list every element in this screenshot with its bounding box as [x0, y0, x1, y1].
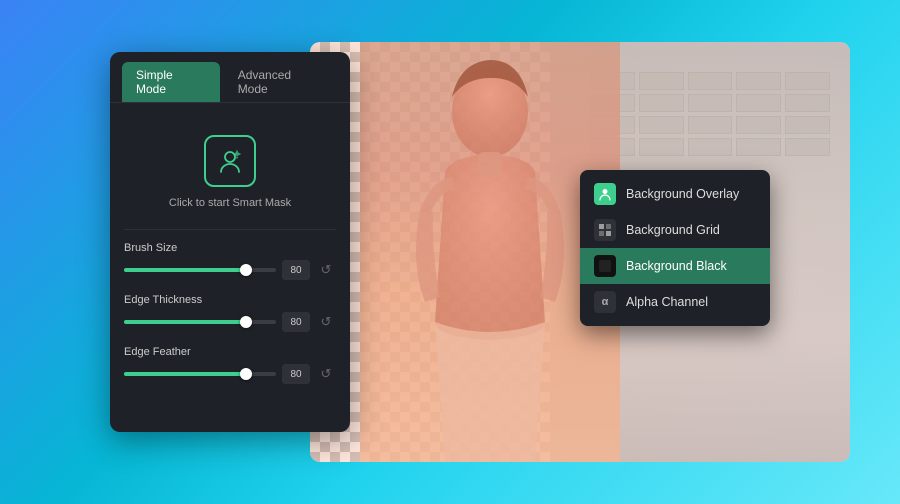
menu-item-background-overlay[interactable]: Background Overlay: [580, 176, 770, 212]
edge-thickness-thumb[interactable]: [240, 316, 252, 328]
alpha-letter: α: [602, 296, 609, 308]
menu-item-background-black[interactable]: Background Black: [580, 248, 770, 284]
background-black-icon: [594, 255, 616, 277]
brush-size-thumb[interactable]: [240, 264, 252, 276]
menu-item-label-alpha-channel: Alpha Channel: [626, 295, 708, 309]
menu-item-background-grid[interactable]: Background Grid: [580, 212, 770, 248]
menu-item-label-background-black: Background Black: [626, 259, 727, 273]
edge-thickness-value: 80: [282, 312, 310, 332]
tab-simple-mode[interactable]: Simple Mode: [122, 62, 220, 102]
brush-size-reset[interactable]: ↺: [316, 260, 336, 280]
edge-feather-fill: [124, 372, 246, 376]
smart-mask-area[interactable]: Click to start Smart Mask: [124, 119, 336, 229]
grid-icon: [598, 223, 612, 237]
edge-thickness-track[interactable]: [124, 320, 276, 324]
brush-size-value: 80: [282, 260, 310, 280]
edge-feather-group: Edge Feather 80 ↺: [124, 346, 336, 384]
brush-size-track[interactable]: [124, 268, 276, 272]
panel-body: Click to start Smart Mask Brush Size 80 …: [110, 103, 350, 414]
editor-wrapper: Simple Mode Advanced Mode Click to start…: [110, 42, 790, 462]
main-container: Simple Mode Advanced Mode Click to start…: [0, 0, 900, 504]
edge-thickness-group: Edge Thickness 80 ↺: [124, 294, 336, 332]
menu-item-alpha-channel[interactable]: α Alpha Channel: [580, 284, 770, 320]
background-grid-icon: [594, 219, 616, 241]
alpha-channel-icon: α: [594, 291, 616, 313]
dropdown-menu: Background Overlay Background Grid: [580, 170, 770, 326]
smart-mask-icon: [204, 135, 256, 187]
smart-mask-svg: [215, 146, 245, 176]
edge-feather-track[interactable]: [124, 372, 276, 376]
black-square-icon: [598, 259, 612, 273]
edge-thickness-label: Edge Thickness: [124, 294, 336, 306]
brush-size-row: 80 ↺: [124, 260, 336, 280]
brush-size-label: Brush Size: [124, 242, 336, 254]
left-panel: Simple Mode Advanced Mode Click to start…: [110, 52, 350, 432]
brush-size-group: Brush Size 80 ↺: [124, 242, 336, 280]
tab-bar: Simple Mode Advanced Mode: [110, 52, 350, 103]
divider: [124, 229, 336, 230]
edge-thickness-fill: [124, 320, 246, 324]
edge-thickness-reset[interactable]: ↺: [316, 312, 336, 332]
edge-feather-reset[interactable]: ↺: [316, 364, 336, 384]
edge-feather-label: Edge Feather: [124, 346, 336, 358]
edge-feather-row: 80 ↺: [124, 364, 336, 384]
background-overlay-icon: [594, 183, 616, 205]
menu-item-label-background-overlay: Background Overlay: [626, 187, 739, 201]
tab-advanced-mode[interactable]: Advanced Mode: [224, 62, 338, 102]
edge-thickness-row: 80 ↺: [124, 312, 336, 332]
edge-feather-thumb[interactable]: [240, 368, 252, 380]
person-icon: [598, 187, 612, 201]
brush-size-fill: [124, 268, 246, 272]
edge-feather-value: 80: [282, 364, 310, 384]
smart-mask-label: Click to start Smart Mask: [169, 197, 291, 209]
menu-item-label-background-grid: Background Grid: [626, 223, 720, 237]
